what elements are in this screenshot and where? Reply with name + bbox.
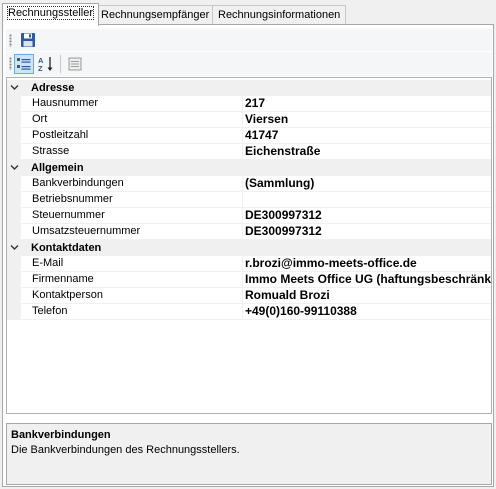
- property-value[interactable]: 217: [243, 96, 491, 112]
- category-label: Kontaktdaten: [31, 242, 102, 254]
- row-margin: [7, 112, 21, 128]
- tab-label: Rechnungssteller: [7, 6, 94, 20]
- row-margin: [7, 176, 21, 192]
- chevron-down-icon[interactable]: [10, 163, 19, 172]
- property-row-firmenname[interactable]: Firmenname Immo Meets Office UG (haftung…: [7, 272, 491, 288]
- property-value[interactable]: [243, 192, 491, 208]
- categorized-view-button[interactable]: [14, 54, 34, 74]
- category-row-allgemein[interactable]: Allgemein: [7, 160, 491, 176]
- property-name: Hausnummer: [21, 96, 243, 112]
- property-value[interactable]: Viersen: [243, 112, 491, 128]
- property-pages-button[interactable]: [65, 54, 85, 74]
- property-name: Telefon: [21, 304, 243, 320]
- property-row-email[interactable]: E-Mail r.brozi@immo-meets-office.de: [7, 256, 491, 272]
- description-title: Bankverbindungen: [11, 429, 111, 441]
- property-value[interactable]: r.brozi@immo-meets-office.de: [243, 256, 491, 272]
- alphabetical-sort-icon: A Z: [38, 56, 53, 73]
- property-name: Postleitzahl: [21, 128, 243, 144]
- property-row-umsatzsteuernummer[interactable]: Umsatzsteuernummer DE300997312: [7, 224, 491, 240]
- property-name: Umsatzsteuernummer: [21, 224, 243, 240]
- tab-strip: Rechnungssteller Rechnungsempfänger Rech…: [2, 3, 494, 26]
- property-value[interactable]: Romuald Brozi: [243, 288, 491, 304]
- property-name: Kontaktperson: [21, 288, 243, 304]
- row-margin: [7, 208, 21, 224]
- property-name: Strasse: [21, 144, 243, 160]
- property-row-ort[interactable]: Ort Viersen: [7, 112, 491, 128]
- property-value[interactable]: (Sammlung): [243, 176, 491, 192]
- category-label: Allgemein: [31, 162, 84, 174]
- property-row-bankverbindungen[interactable]: Bankverbindungen (Sammlung): [7, 176, 491, 192]
- property-name: Ort: [21, 112, 243, 128]
- property-pages-icon: [68, 57, 82, 71]
- row-margin: [7, 256, 21, 272]
- tab-rechnungssteller[interactable]: Rechnungssteller: [2, 3, 99, 26]
- property-row-steuernummer[interactable]: Steuernummer DE300997312: [7, 208, 491, 224]
- row-margin: [7, 144, 21, 160]
- property-row-betriebsnummer[interactable]: Betriebsnummer: [7, 192, 491, 208]
- tab-rechnungsempfaenger[interactable]: Rechnungsempfänger: [95, 5, 216, 25]
- svg-text:Z: Z: [38, 64, 43, 73]
- toolbar-grip-icon[interactable]: [9, 34, 12, 47]
- property-value[interactable]: DE300997312: [243, 224, 491, 240]
- property-row-telefon[interactable]: Telefon +49(0)160-99110388: [7, 304, 491, 320]
- tab-label: Rechnungsempfänger: [101, 9, 210, 21]
- property-grid: Adresse Hausnummer 217 Ort Viersen Postl…: [6, 77, 492, 414]
- property-name: Betriebsnummer: [21, 192, 243, 208]
- property-value[interactable]: Immo Meets Office UG (haftungsbeschränkt: [243, 272, 491, 288]
- property-value[interactable]: DE300997312: [243, 208, 491, 224]
- tab-content-panel: A Z Adresse Hausnummer 217 Ort Viersen P…: [2, 24, 494, 487]
- description-panel: Bankverbindungen Die Bankverbindungen de…: [6, 423, 492, 485]
- row-margin: [7, 96, 21, 112]
- row-margin: [7, 128, 21, 144]
- property-value[interactable]: 41747: [243, 128, 491, 144]
- property-name: Steuernummer: [21, 208, 243, 224]
- property-value[interactable]: +49(0)160-99110388: [243, 304, 491, 320]
- chevron-down-icon[interactable]: [10, 83, 19, 92]
- category-row-kontaktdaten[interactable]: Kontaktdaten: [7, 240, 491, 256]
- alphabetical-sort-button[interactable]: A Z: [36, 54, 56, 74]
- save-button[interactable]: [18, 30, 38, 50]
- categorized-view-icon: [17, 58, 31, 70]
- tab-label: Rechnungsinformationen: [218, 9, 341, 21]
- toolbar-separator: [60, 55, 61, 73]
- toolbar-grip-icon[interactable]: [9, 57, 12, 70]
- property-row-postleitzahl[interactable]: Postleitzahl 41747: [7, 128, 491, 144]
- property-row-kontaktperson[interactable]: Kontaktperson Romuald Brozi: [7, 288, 491, 304]
- property-name: Firmenname: [21, 272, 243, 288]
- category-label: Adresse: [31, 82, 75, 94]
- property-value[interactable]: Eichenstraße: [243, 144, 491, 160]
- category-header-background: [7, 80, 491, 96]
- category-row-adresse[interactable]: Adresse: [7, 80, 491, 96]
- property-name: E-Mail: [21, 256, 243, 272]
- property-name: Bankverbindungen: [21, 176, 243, 192]
- row-margin: [7, 288, 21, 304]
- description-text: Die Bankverbindungen des Rechnungsstelle…: [11, 444, 240, 456]
- floppy-disk-icon: [21, 33, 35, 47]
- row-margin: [7, 272, 21, 288]
- row-margin: [7, 192, 21, 208]
- tab-rechnungsinformationen[interactable]: Rechnungsinformationen: [212, 5, 347, 25]
- row-margin: [7, 224, 21, 240]
- row-margin: [7, 304, 21, 320]
- property-row-strasse[interactable]: Strasse Eichenstraße: [7, 144, 491, 160]
- main-toolbar: [6, 29, 492, 51]
- property-grid-toolbar: A Z: [6, 52, 492, 76]
- chevron-down-icon[interactable]: [10, 243, 19, 252]
- property-row-hausnummer[interactable]: Hausnummer 217: [7, 96, 491, 112]
